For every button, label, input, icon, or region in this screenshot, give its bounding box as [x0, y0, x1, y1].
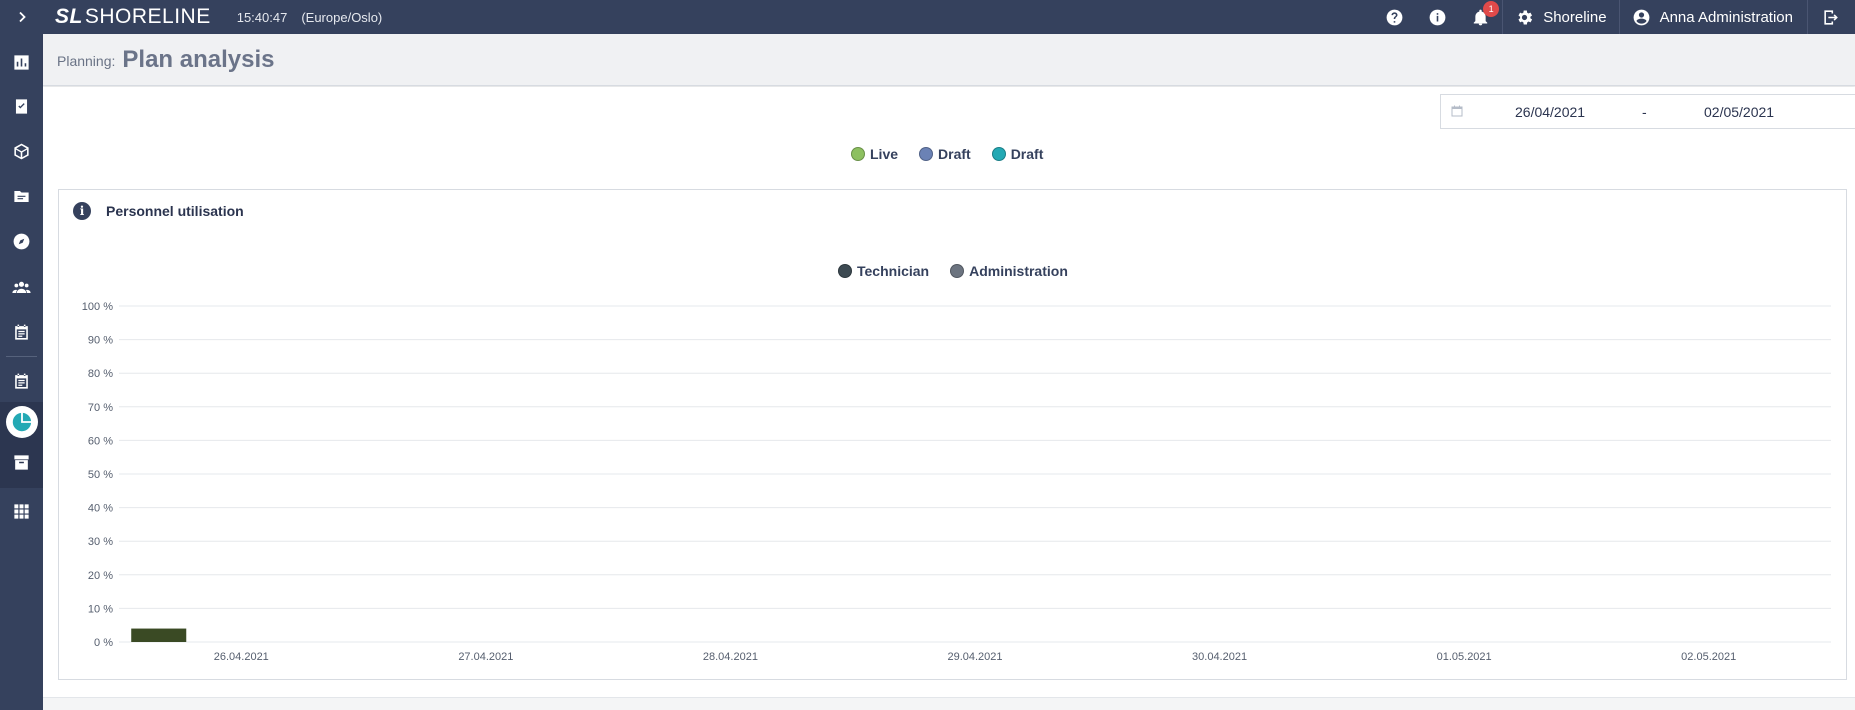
y-tick-label: 20 %	[88, 570, 113, 582]
legend-dot	[851, 147, 865, 161]
bar-chart-icon	[14, 54, 29, 70]
x-tick-label: 01.05.2021	[1437, 651, 1492, 663]
sidebar-item-archive[interactable]	[0, 442, 43, 482]
plan-legend-item-live[interactable]: Live	[851, 146, 898, 162]
personnel-utilisation-panel: i Personnel utilisation Technician Admin…	[58, 189, 1847, 680]
sidebar-item-tasks[interactable]	[0, 86, 43, 126]
package-icon	[14, 143, 29, 159]
people-icon	[12, 281, 31, 293]
x-tick-label: 02.05.2021	[1681, 651, 1736, 663]
user-name: Anna Administration	[1659, 8, 1793, 26]
sidebar-item-inventory[interactable]	[0, 131, 43, 171]
logout-button[interactable]	[1808, 0, 1855, 34]
main-content: 26/04/2021 - 02/05/2021 Live Draft Draft…	[43, 87, 1855, 697]
legend-label: Live	[870, 146, 899, 162]
legend-dot	[919, 147, 934, 161]
user-avatar-icon	[1633, 9, 1649, 25]
y-tick-label: 50 %	[88, 469, 113, 481]
x-tick-label: 29.04.2021	[947, 651, 1002, 663]
notifications-button[interactable]: 1	[1459, 0, 1502, 34]
sidebar-divider	[6, 356, 37, 357]
utilisation-chart: 0 % 10 % 20 % 30 % 40 % 50 % 60 % 70 % 80 % 90 % 1…	[82, 301, 1831, 663]
sidebar-item-plan-analysis[interactable]	[0, 402, 43, 442]
x-tick-label: 26.04.2021	[214, 651, 269, 663]
user-menu[interactable]: Anna Administration	[1620, 0, 1807, 34]
sidebar-expand-button[interactable]	[0, 0, 43, 34]
y-tick-label: 80 %	[88, 368, 113, 380]
info-icon	[1429, 9, 1446, 25]
page-header: Planning: Plan analysis	[43, 34, 1855, 86]
company-menu[interactable]: Shoreline	[1503, 0, 1618, 34]
calendar-icon	[1451, 105, 1463, 117]
app-logo[interactable]: SL SHORELINE	[55, 5, 211, 29]
sidebar-item-explore[interactable]	[0, 221, 43, 261]
sidebar-item-apps[interactable]	[0, 491, 43, 531]
archive-icon	[14, 454, 29, 470]
folder-icon	[14, 190, 29, 202]
chevron-right-icon	[18, 11, 26, 23]
apps-grid-icon	[14, 503, 29, 519]
x-tick-label: 30.04.2021	[1192, 651, 1247, 663]
sidebar-item-dashboard[interactable]	[0, 42, 43, 82]
logo-text: SHORELINE	[84, 5, 211, 28]
logout-icon	[1824, 9, 1838, 25]
y-tick-label: 40 %	[88, 503, 113, 515]
plan-legend-item-draft-2[interactable]: Draft	[991, 146, 1044, 162]
help-button[interactable]	[1373, 0, 1416, 34]
bar-technician[interactable]	[131, 628, 187, 642]
y-tick-label: 0 %	[94, 637, 113, 649]
gear-icon	[1518, 10, 1533, 24]
y-tick-label: 70 %	[88, 402, 113, 414]
info-button[interactable]	[1416, 0, 1459, 34]
company-name: Shoreline	[1543, 8, 1607, 26]
timezone: (Europe/Oslo)	[301, 9, 383, 25]
y-tick-label: 90 %	[88, 335, 113, 347]
date-range-separator: -	[1642, 104, 1647, 120]
breadcrumb[interactable]: Planning:	[57, 53, 115, 69]
plan-legend-item-draft[interactable]: Draft	[919, 146, 971, 162]
help-icon	[1386, 9, 1403, 25]
y-tick-label: 60 %	[88, 435, 113, 447]
notification-badge: 1	[1483, 1, 1500, 17]
clock: 15:40:47	[236, 9, 288, 25]
sidebar-item-documents[interactable]	[0, 176, 43, 216]
y-tick-label: 30 %	[88, 536, 113, 548]
date-from-input[interactable]: 26/04/2021	[1515, 104, 1585, 120]
date-range-picker[interactable]: 26/04/2021 - 02/05/2021	[1440, 94, 1855, 129]
calendar-list-icon	[15, 373, 28, 389]
checklist-icon	[15, 98, 28, 114]
y-tick-label: 100 %	[82, 301, 113, 313]
legend-label: Draft	[1010, 146, 1044, 162]
date-to-input[interactable]: 02/05/2021	[1704, 104, 1774, 120]
x-tick-label: 28.04.2021	[703, 651, 758, 663]
logo-mark: SL	[55, 5, 83, 28]
sidebar-item-planning[interactable]	[0, 312, 43, 352]
sidebar	[0, 0, 43, 710]
footer-strip	[43, 697, 1855, 710]
top-bar: SL SHORELINE 15:40:47 (Europe/Oslo) 1 Sh…	[43, 0, 1855, 34]
x-tick-label: 27.04.2021	[458, 651, 513, 663]
sidebar-item-personnel[interactable]	[0, 267, 43, 307]
plan-legend: Live Draft Draft	[851, 146, 1064, 162]
pie-chart-icon	[12, 412, 31, 432]
compass-icon	[13, 233, 30, 249]
page-title: Plan analysis	[122, 45, 275, 73]
y-tick-label: 10 %	[88, 603, 113, 615]
legend-label: Draft	[938, 146, 971, 162]
calendar-list-icon	[15, 324, 28, 340]
legend-dot	[991, 147, 1006, 161]
sidebar-item-plans[interactable]	[0, 361, 43, 401]
